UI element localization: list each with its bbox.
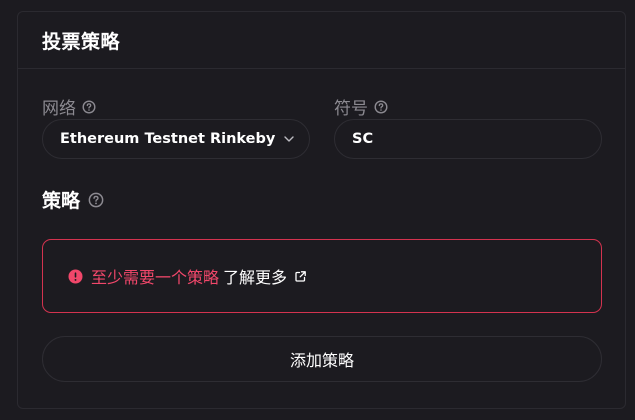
network-label-row: 网络 xyxy=(42,94,96,119)
panel-title: 投票策略 xyxy=(42,30,121,53)
network-label: 网络 xyxy=(42,99,76,119)
network-value: Ethereum Testnet Rinkeby xyxy=(60,131,276,147)
symbol-value: SC xyxy=(352,131,374,147)
add-strategy-button[interactable]: 添加策略 xyxy=(42,336,602,382)
symbol-label-row: 符号 xyxy=(334,94,388,119)
learn-more-link[interactable]: 了解更多 xyxy=(223,264,307,288)
help-icon[interactable] xyxy=(374,99,388,114)
help-icon[interactable] xyxy=(88,192,104,208)
panel-header: 投票策略 xyxy=(18,12,625,69)
chevron-down-icon xyxy=(283,133,295,145)
help-icon[interactable] xyxy=(82,99,96,114)
symbol-label: 符号 xyxy=(334,99,368,119)
network-select[interactable]: Ethereum Testnet Rinkeby xyxy=(42,119,310,159)
error-message: 至少需要一个策略 xyxy=(91,268,220,287)
add-strategy-label: 添加策略 xyxy=(289,351,354,370)
strategies-title-row: 策略 xyxy=(42,186,104,213)
learn-more-label: 了解更多 xyxy=(223,268,288,287)
external-link-icon xyxy=(294,270,307,283)
strategies-title: 策略 xyxy=(42,190,81,212)
alert-circle-icon xyxy=(68,269,83,284)
strategy-error-alert: 至少需要一个策略 了解更多 xyxy=(42,239,602,313)
symbol-input[interactable]: SC xyxy=(334,119,602,159)
